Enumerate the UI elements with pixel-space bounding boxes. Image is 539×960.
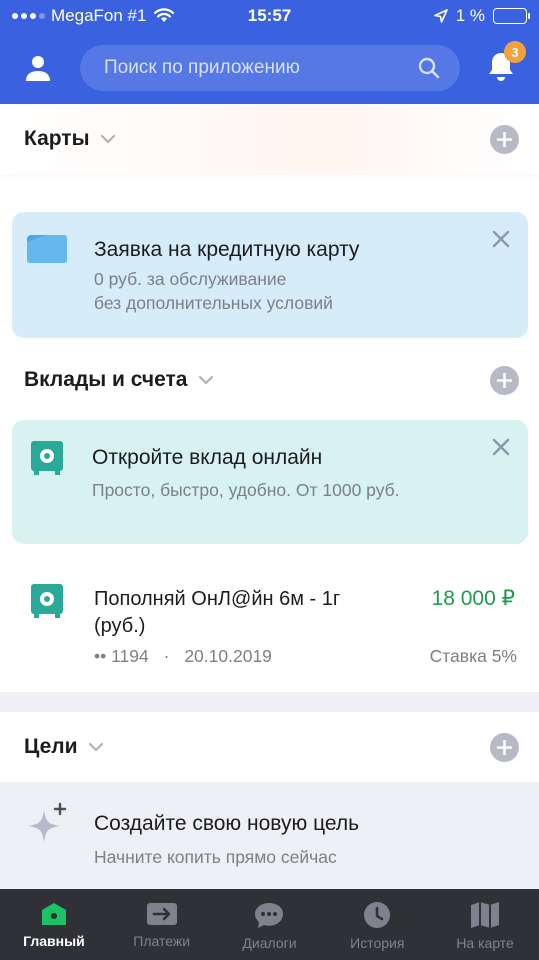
section-divider: [0, 174, 539, 177]
location-arrow-icon: [433, 9, 448, 23]
goal-promo-title: Создайте свою новую цель: [94, 812, 360, 835]
tab-history-label: История: [350, 935, 405, 951]
sparkle-icon: [28, 802, 67, 842]
safe-icon: [31, 584, 63, 618]
goal-promo-subtitle: Начните копить прямо сейчас: [94, 847, 337, 867]
chevron-down-icon[interactable]: [88, 742, 104, 752]
tab-payments-label: Платежи: [133, 933, 191, 949]
goals-section-header: Цели: [0, 712, 539, 782]
tab-map[interactable]: На карте: [431, 889, 539, 960]
tab-map-label: На карте: [456, 935, 514, 951]
notifications-badge: 3: [504, 41, 526, 63]
deposit-date: 20.10.2019: [184, 646, 272, 666]
carrier-name: MegaFon #1: [51, 6, 147, 25]
wifi-icon: [154, 8, 175, 22]
user-icon: [26, 56, 50, 81]
credit-card-promo-line1: 0 руб. за обслуживание: [94, 269, 287, 289]
tab-dialogs[interactable]: Диалоги: [216, 889, 324, 960]
map-icon: [471, 902, 500, 928]
add-card-button[interactable]: [490, 124, 519, 154]
transfer-icon: [146, 903, 177, 925]
close-icon[interactable]: [492, 438, 510, 456]
app-header: Поиск по приложению 3: [0, 32, 539, 104]
clock-icon: [364, 902, 391, 928]
profile-button[interactable]: [18, 48, 58, 88]
deposit-rate: Ставка 5%: [429, 646, 517, 666]
deposits-section-header: Вклады и счета: [0, 354, 539, 406]
credit-card-icon: [27, 235, 67, 263]
deposit-promo-subtitle: Просто, быстро, удобно. От 1000 руб.: [92, 480, 400, 500]
chevron-down-icon[interactable]: [198, 375, 214, 385]
home-icon: [41, 903, 66, 925]
tab-home[interactable]: Главный: [0, 889, 108, 960]
plus-icon: [497, 739, 512, 755]
battery-icon: [493, 8, 530, 24]
deposit-promo-title: Откройте вклад онлайн: [92, 446, 323, 469]
add-deposit-button[interactable]: [490, 365, 519, 395]
tab-history[interactable]: История: [323, 889, 431, 960]
credit-card-promo[interactable]: Заявка на кредитную карту 0 руб. за обсл…: [12, 212, 528, 338]
add-goal-button[interactable]: [490, 732, 519, 762]
deposit-account-number: •• 1194: [94, 646, 149, 666]
deposits-section-title: Вклады и счета: [24, 368, 188, 391]
deposit-promo[interactable]: Откройте вклад онлайн Просто, быстро, уд…: [12, 420, 528, 544]
credit-card-promo-title: Заявка на кредитную карту: [94, 238, 360, 261]
tab-payments[interactable]: Платежи: [108, 889, 216, 960]
safe-icon: [31, 441, 63, 475]
goal-promo[interactable]: Создайте свою новую цель Начните копить …: [0, 782, 539, 889]
goals-section-title: Цели: [24, 735, 78, 758]
tab-home-label: Главный: [23, 933, 85, 949]
search-icon: [418, 57, 440, 79]
notifications-button[interactable]: 3: [480, 41, 526, 88]
credit-card-promo-line2: без дополнительных условий: [94, 293, 333, 313]
deposit-account-info: •• 1194 · 20.10.2019: [94, 646, 272, 667]
deposit-amount: 18 000 ₽: [431, 587, 515, 610]
close-icon[interactable]: [492, 230, 510, 248]
status-bar: MegaFon #1 15:57 1 %: [0, 0, 539, 32]
cards-section-title: Карты: [24, 127, 90, 150]
deposit-separator: ·: [163, 646, 170, 666]
chevron-down-icon[interactable]: [100, 134, 116, 144]
bottom-tab-bar: Главный Платежи Диалоги История На карте: [0, 889, 539, 960]
search-placeholder: Поиск по приложению: [104, 57, 300, 78]
chat-icon: [255, 903, 284, 928]
plus-icon: [497, 372, 512, 388]
deposit-name: Пополняй ОнЛ@йн 6м - 1г (руб.): [94, 588, 341, 637]
signal-strength-icon: [12, 13, 45, 19]
tab-dialogs-label: Диалоги: [242, 935, 297, 951]
plus-icon: [497, 131, 512, 147]
cards-section-header: Карты: [0, 104, 539, 174]
battery-percent: 1 %: [455, 6, 485, 25]
search-input[interactable]: Поиск по приложению: [80, 45, 460, 91]
